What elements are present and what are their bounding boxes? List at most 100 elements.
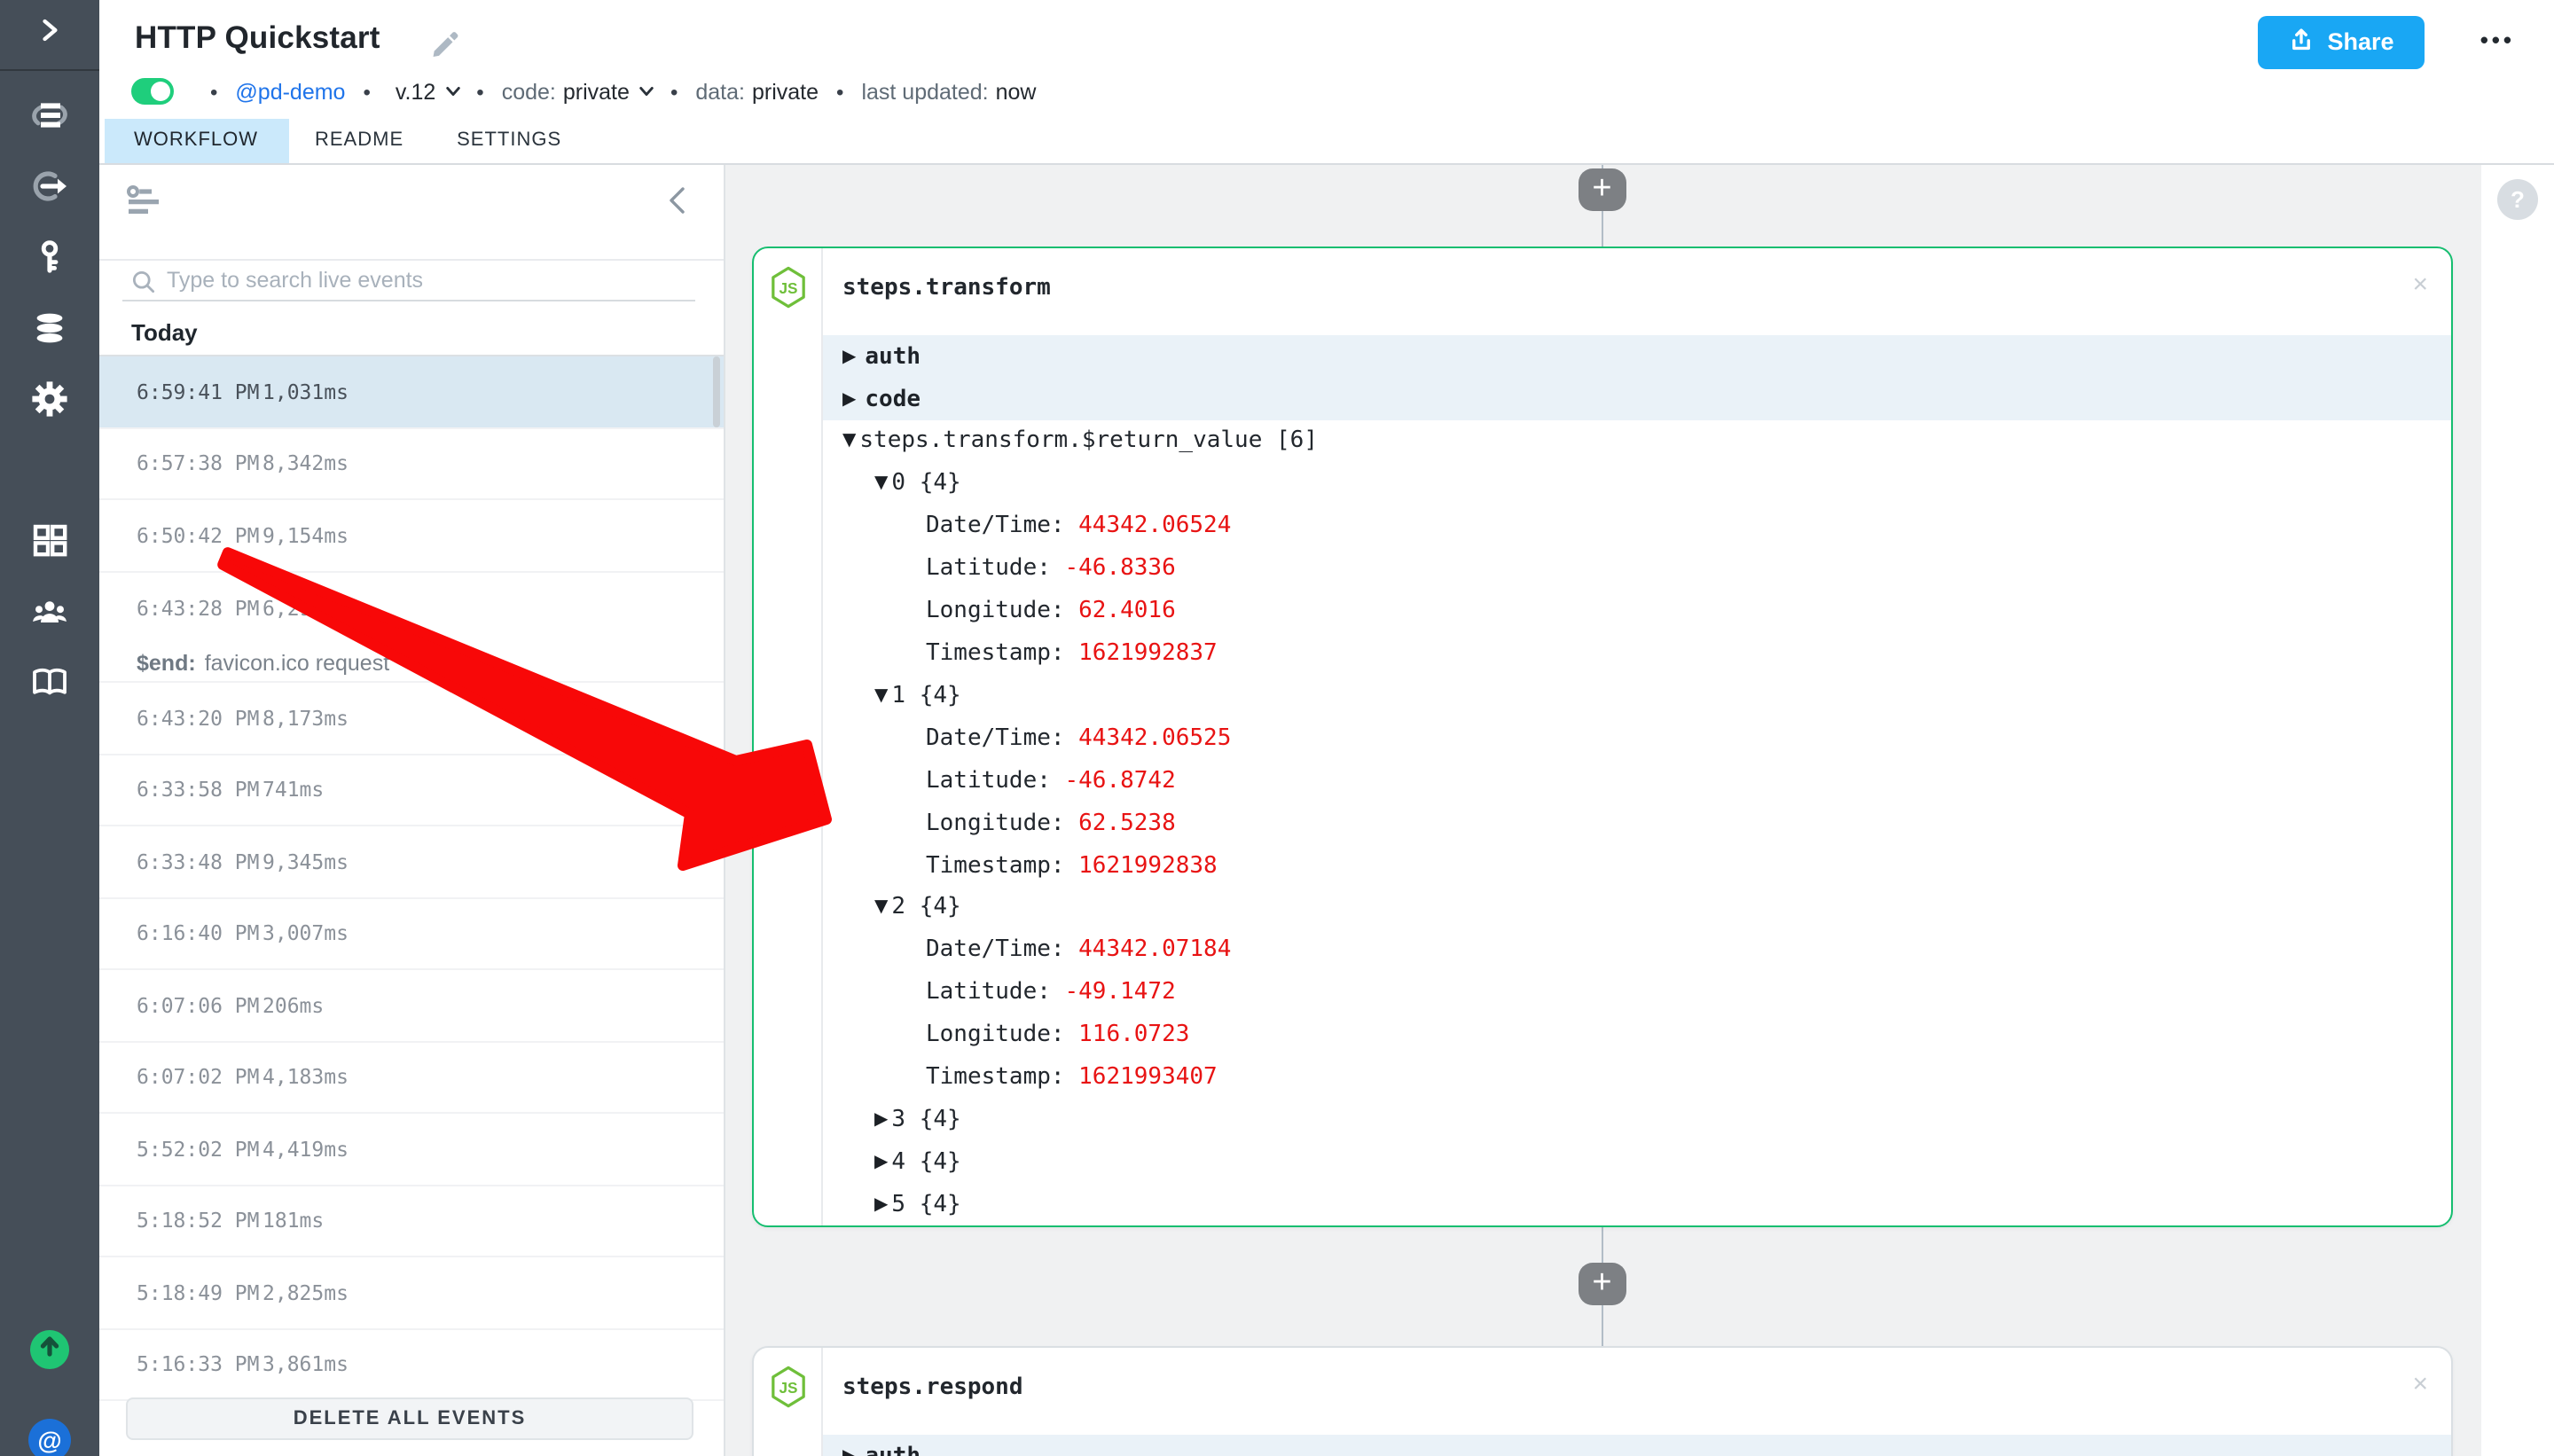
sidebar-item-community[interactable] <box>30 596 69 635</box>
code-visibility-selector[interactable]: private <box>563 79 630 104</box>
tree-field-key: Latitude: <box>926 979 1051 1006</box>
tree-row[interactable]: ▼ 1 {4} <box>823 675 2451 717</box>
delete-all-events-button[interactable]: DELETE ALL EVENTS <box>126 1397 693 1440</box>
tree-row[interactable]: Latitude: -46.8336 <box>823 547 2451 590</box>
tree-row[interactable]: Timestamp: 1621992838 <box>823 844 2451 887</box>
tree-row[interactable]: Timestamp: 1621992837 <box>823 632 2451 675</box>
expand-triangle-icon[interactable]: ▶ <box>842 1446 856 1456</box>
event-list-item[interactable]: 5:18:52 PM 181ms <box>99 1186 724 1257</box>
tree-row[interactable]: ▶ 3 {4} <box>823 1099 2451 1141</box>
tree-field-value: 116.0723 <box>1078 1022 1189 1048</box>
tab-readme[interactable]: README <box>288 118 430 162</box>
svg-text:JS: JS <box>778 1379 796 1397</box>
tree-row[interactable]: ▼ steps.transform.$return_value [6] <box>823 420 2451 463</box>
filter-icon[interactable] <box>124 182 163 221</box>
event-time: 6:50:42 PM <box>137 523 262 548</box>
close-icon[interactable]: × <box>2412 1371 2428 1397</box>
event-time: 6:07:06 PM <box>137 993 262 1018</box>
tree-field-value: 62.4016 <box>1078 598 1176 624</box>
event-list-item[interactable]: 6:07:06 PM 206ms <box>99 970 724 1042</box>
tree-field-key: Timestamp: <box>926 852 1065 879</box>
share-button[interactable]: Share <box>2258 16 2425 68</box>
event-time: 5:18:52 PM <box>137 1209 262 1233</box>
event-list-item[interactable]: 5:16:33 PM 3,861ms <box>99 1329 724 1401</box>
expand-triangle-icon[interactable]: ▼ <box>874 474 888 494</box>
event-list-item[interactable]: 6:59:41 PM 1,031ms <box>99 356 724 428</box>
event-list-item[interactable]: 6:43:28 PM 6,293ms <box>99 572 724 644</box>
collapsed-section-row[interactable]: ▶ auth <box>823 335 2451 378</box>
tree-row[interactable]: Latitude: -49.1472 <box>823 972 2451 1014</box>
collapsed-section-row[interactable]: ▶ code <box>823 378 2451 420</box>
sidebar-item-sources[interactable] <box>30 170 69 209</box>
sidebar-item-settings[interactable] <box>30 384 69 423</box>
event-list-item[interactable]: 5:52:02 PM 4,419ms <box>99 1114 724 1186</box>
event-list-item[interactable]: 6:43:20 PM 8,173ms <box>99 683 724 755</box>
expand-triangle-icon[interactable]: ▶ <box>874 1195 888 1215</box>
tab-settings[interactable]: SETTINGS <box>430 118 588 162</box>
tree-field-key: Longitude: <box>926 1022 1065 1048</box>
expand-triangle-icon[interactable]: ▶ <box>874 1153 888 1172</box>
sidebar-item-docs[interactable] <box>30 667 69 706</box>
collapsed-section-row[interactable]: ▶ auth <box>823 1435 2451 1456</box>
event-list-item[interactable]: 6:33:58 PM 741ms <box>99 755 724 826</box>
collapse-panel-button[interactable] <box>660 180 699 219</box>
tree-field-key: Latitude: <box>926 555 1051 582</box>
event-list-item[interactable]: 6:07:02 PM 4,183ms <box>99 1042 724 1114</box>
share-upload-icon <box>2288 27 2315 59</box>
event-list-item[interactable]: 6:57:38 PM 8,342ms <box>99 428 724 500</box>
deploy-button[interactable] <box>30 1330 69 1369</box>
more-menu-button[interactable]: ••• <box>2480 27 2515 53</box>
add-step-button-middle[interactable]: + <box>1579 1263 1626 1305</box>
tree-row[interactable]: ▶ 5 {4} <box>823 1184 2451 1226</box>
tree-field-value: 44342.07184 <box>1078 937 1231 964</box>
tree-row[interactable]: ▶ 4 {4} <box>823 1141 2451 1184</box>
sidebar-item-auth[interactable] <box>30 242 69 281</box>
event-list-item[interactable]: 6:16:40 PM 3,007ms <box>99 898 724 970</box>
tree-field-value: 44342.06524 <box>1078 513 1231 540</box>
tree-row[interactable]: ▼ 2 {4} <box>823 887 2451 929</box>
scrollbar-thumb[interactable] <box>713 356 720 427</box>
tree-field-value: -46.8742 <box>1065 767 1176 794</box>
expand-triangle-icon[interactable]: ▶ <box>842 347 856 366</box>
tree-row[interactable]: Date/Time: 44342.06525 <box>823 717 2451 760</box>
tab-workflow[interactable]: WORKFLOW <box>104 118 288 162</box>
expand-triangle-icon[interactable]: ▼ <box>842 432 856 451</box>
sidebar-item-workflows[interactable] <box>30 99 69 138</box>
event-list-item[interactable]: 6:33:48 PM 9,345ms <box>99 826 724 898</box>
tree-node-label: 2 {4} <box>891 895 960 921</box>
account-link[interactable]: @pd-demo <box>235 79 345 104</box>
tree-row[interactable]: Latitude: -46.8742 <box>823 760 2451 802</box>
expand-triangle-icon[interactable]: ▶ <box>874 1110 888 1130</box>
expand-triangle-icon[interactable]: ▼ <box>874 898 888 918</box>
version-selector[interactable]: v.12 <box>396 79 435 104</box>
event-time: 6:07:02 PM <box>137 1065 262 1090</box>
tree-row[interactable]: Date/Time: 44342.07184 <box>823 929 2451 972</box>
events-section-label: Today <box>131 318 198 345</box>
add-step-button-top[interactable]: + <box>1579 168 1626 211</box>
tree-field-key: Timestamp: <box>926 640 1065 667</box>
last-updated-label: last updated: <box>861 79 988 104</box>
event-list-item[interactable]: 6:50:42 PM 9,154ms <box>99 500 724 572</box>
search-input[interactable] <box>167 268 695 293</box>
tree-row[interactable]: Longitude: 116.0723 <box>823 1014 2451 1056</box>
event-list-item[interactable]: 5:18:49 PM 2,825ms <box>99 1257 724 1329</box>
close-icon[interactable]: × <box>2412 271 2428 298</box>
toggle-knob <box>150 82 170 102</box>
expand-triangle-icon[interactable]: ▼ <box>874 686 888 706</box>
sidebar-expand-button[interactable] <box>0 0 99 71</box>
tree-row[interactable]: Date/Time: 44342.06524 <box>823 505 2451 548</box>
tree-row[interactable]: ▼ 0 {4} <box>823 463 2451 505</box>
sidebar-item-apps[interactable] <box>30 526 69 565</box>
help-button[interactable]: ? <box>2497 179 2538 220</box>
database-icon <box>30 309 69 356</box>
account-avatar[interactable]: @ <box>28 1419 71 1456</box>
active-toggle[interactable] <box>131 79 173 105</box>
edit-title-button[interactable] <box>429 27 459 57</box>
tree-node-label: 0 {4} <box>891 471 960 497</box>
tree-row[interactable]: Longitude: 62.5238 <box>823 802 2451 844</box>
tree-row[interactable]: Longitude: 62.4016 <box>823 590 2451 632</box>
tree-row[interactable]: Timestamp: 1621993407 <box>823 1056 2451 1099</box>
share-button-label: Share <box>2327 29 2393 56</box>
sidebar-item-sql[interactable] <box>30 313 69 352</box>
expand-triangle-icon[interactable]: ▶ <box>842 389 856 409</box>
